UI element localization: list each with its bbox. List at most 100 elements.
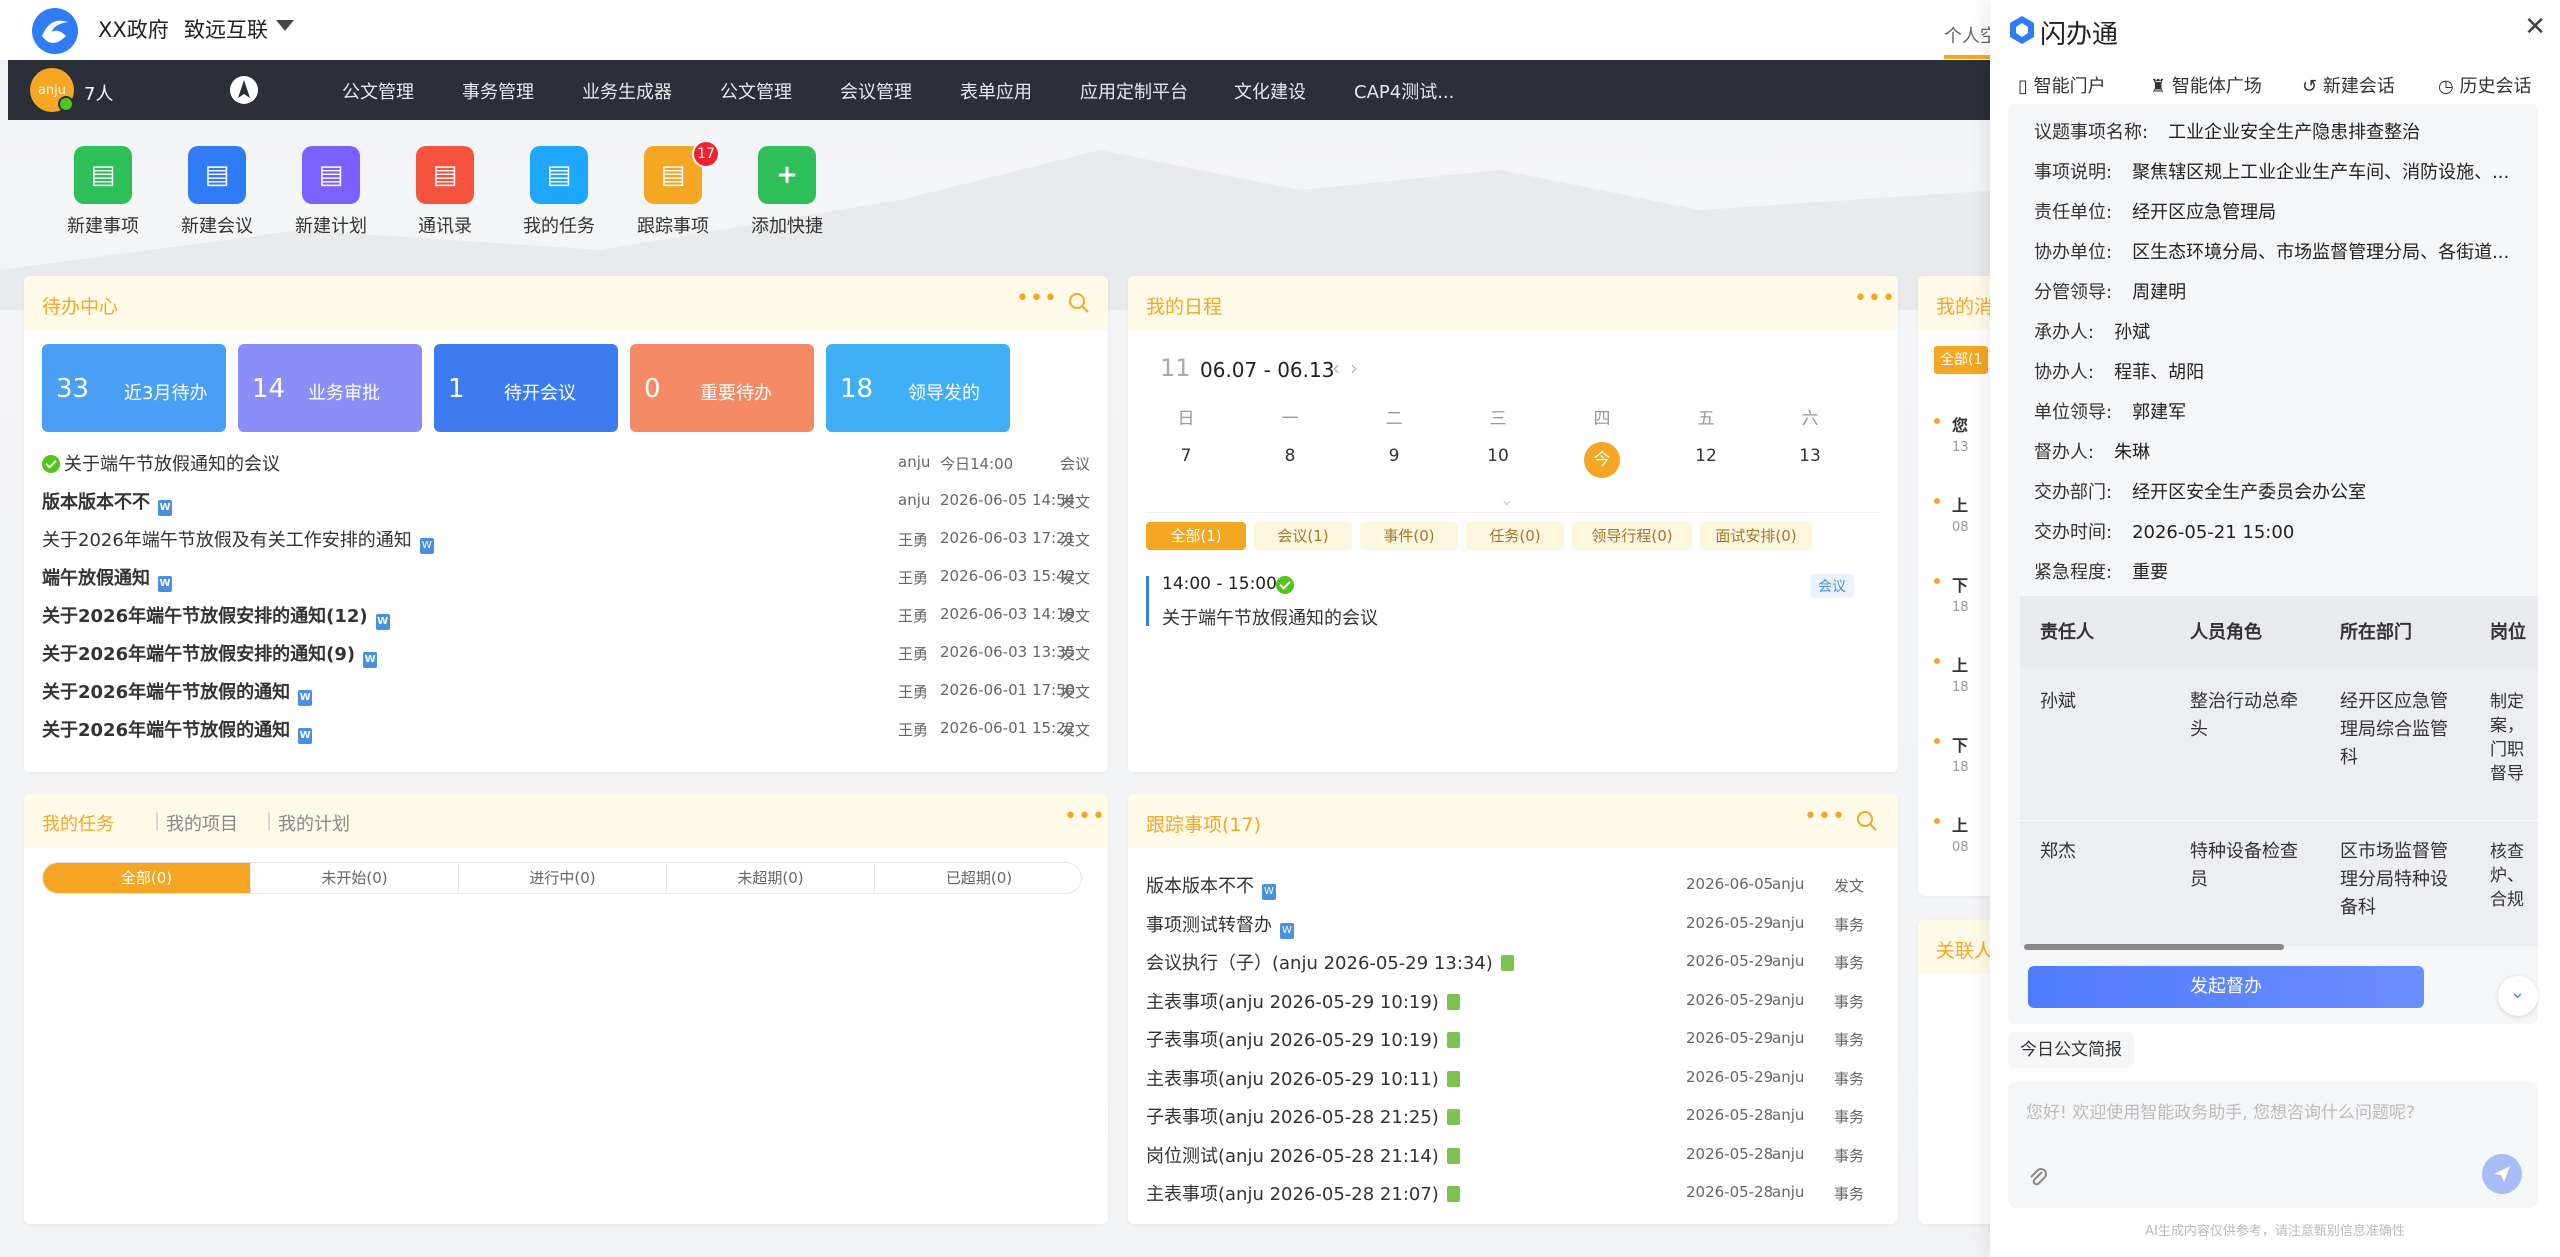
responsibility-table: 责任人 人员角色 所在部门 岗位 孙斌 整治行动总牵头经开区应急管 理局综合监管科制… [2020,596,2538,946]
nav-item[interactable]: 事务管理 [462,78,534,104]
date-cell[interactable]: 10 [1478,446,1518,466]
stat-card[interactable]: 1 待开会议 [434,344,618,432]
track-row[interactable]: 岗位测试(anju 2026-05-28 21:14) 2026-05-28 anj… [1146,1134,1880,1170]
field-value: 区生态环境分局、市场监督管理分局、各街道... [2132,242,2510,263]
filter-overdue[interactable]: 已超期(0) [875,863,1081,893]
org-switcher[interactable]: 致远互联 [184,14,268,44]
tab-new-chat[interactable]: ↺ 新建会话 [2302,72,2395,98]
stat-number: 14 [252,374,286,404]
todo-row[interactable]: 端午放假通知 W 王勇 2026-06-03 15:42 发文 [42,556,1090,592]
filter-chip[interactable]: 面试安排(0) [1700,522,1812,550]
more-icon[interactable]: ••• [1016,286,1058,311]
date-cell[interactable]: 12 [1686,446,1726,466]
track-row[interactable]: 子表事项(anju 2026-05-29 10:19) 2026-05-29 anj… [1146,1018,1880,1054]
today-date[interactable]: 今 [1584,442,1620,478]
date-cell[interactable]: 13 [1790,446,1830,466]
filter-chip[interactable]: 会议(1) [1254,522,1352,550]
expand-icon[interactable]: ⌄ [1500,490,1513,509]
date-cell[interactable]: 7 [1166,446,1206,466]
quick-action-3[interactable]: ▤ 新建计划 [276,146,386,238]
message-title[interactable]: 下 [1952,572,1968,596]
message-title[interactable]: 下 [1952,732,1968,756]
nav-item[interactable]: 文化建设 [1234,78,1306,104]
filter-all[interactable]: 全部(0) [43,863,251,893]
quick-action-7[interactable]: + 添加快捷 [732,146,842,238]
nav-item[interactable]: 会议管理 [840,78,912,104]
more-icon[interactable]: ••• [1064,804,1106,829]
track-row[interactable]: 子表事项(anju 2026-05-28 21:25) 2026-05-28 anj… [1146,1095,1880,1131]
compass-icon[interactable] [228,74,260,106]
cell-dept: 备科 [2340,897,2376,918]
more-icon[interactable]: ••• [1854,286,1896,311]
chat-input[interactable]: 您好! 欢迎使用智能政务助手, 您想咨询什么问题呢? [2008,1082,2538,1208]
filter-chip[interactable]: 全部(1) [1146,522,1246,550]
chevron-right-icon[interactable]: › [1350,356,1358,380]
todo-row[interactable]: 关于2026年端午节放假的通知 W 王勇 2026-06-01 15:22 发文 [42,708,1090,744]
message-title[interactable]: 您 [1952,412,1968,436]
nav-item[interactable]: 表单应用 [960,78,1032,104]
todo-row[interactable]: 关于端午节放假通知的会议 anju 今日14:00 会议 [42,442,1090,478]
filter-not-overdue[interactable]: 未超期(0) [667,863,875,893]
scroll-down-button[interactable]: ⌄ [2498,976,2538,1016]
todo-row[interactable]: 关于2026年端午节放假及有关工作安排的通知 W 王勇 2026-06-03 17:2… [42,518,1090,554]
event-title[interactable]: 关于端午节放假通知的会议 [1162,604,1378,630]
nav-item[interactable]: CAP4测试... [1354,78,1454,104]
tab-history[interactable]: ◷ 历史会话 [2438,72,2531,98]
todo-row[interactable]: 关于2026年端午节放假安排的通知(12) W 王勇 2026-06-03 14:19… [42,594,1090,630]
daily-brief-chip[interactable]: 今日公文简报 [2008,1032,2134,1068]
filter-chip[interactable]: 事件(0) [1360,522,1458,550]
message-title[interactable]: 上 [1952,812,1968,836]
chevron-down-icon[interactable] [276,20,294,31]
todo-row[interactable]: 关于2026年端午节放假安排的通知(9) W 王勇 2026-06-03 13:35 发… [42,632,1090,668]
more-icon[interactable]: ••• [1804,804,1846,829]
search-icon[interactable] [1068,292,1090,314]
todo-row[interactable]: 关于2026年端午节放假的通知 W 王勇 2026-06-01 17:50 发文 [42,670,1090,706]
tab-my-projects[interactable]: 我的项目 [166,810,238,836]
start-supervision-button[interactable]: 发起督办 [2028,966,2424,1008]
stat-card[interactable]: 33 近3月待办 [42,344,226,432]
date-cell[interactable]: 9 [1374,446,1414,466]
tab-smart-portal[interactable]: ▯ 智能门户 [2018,72,2106,98]
track-row[interactable]: 会议执行（子）(anju 2026-05-29 13:34) 2026-05-29… [1146,941,1880,977]
col-header: 责任人 [2040,622,2094,643]
todo-row[interactable]: 版本版本不不 Wanju 2026-06-05 14:54 发文 [42,480,1090,516]
assistant-logo-icon [2010,16,2034,44]
date-cell[interactable]: 8 [1270,446,1310,466]
message-title[interactable]: 上 [1952,492,1968,516]
filter-in-progress[interactable]: 进行中(0) [459,863,667,893]
quick-action-6[interactable]: ▤ 17 跟踪事项 [618,140,728,238]
quick-action-2[interactable]: ▤ 新建会议 [162,146,272,238]
tab-agent-square[interactable]: ♜ 智能体广场 [2150,72,2262,98]
track-row[interactable]: 事项测试转督办 W 2026-05-29 anju 事务 [1146,903,1880,939]
filter-chip[interactable]: 领导行程(0) [1572,522,1692,550]
quick-action-5[interactable]: ▤ 我的任务 [504,146,614,238]
filter-chip[interactable]: 任务(0) [1466,522,1564,550]
send-button[interactable] [2482,1154,2522,1194]
quick-action-4[interactable]: ▤ 通讯录 [390,146,500,238]
stat-card[interactable]: 18 领导发的 [826,344,1010,432]
nav-item[interactable]: 公文管理 [720,78,792,104]
attachment-icon[interactable] [2026,1166,2050,1190]
stat-card[interactable]: 0 重要待办 [630,344,814,432]
message-title[interactable]: 上 [1952,652,1968,676]
quick-action-1[interactable]: ▤ 新建事项 [48,146,158,238]
nav-item[interactable]: 应用定制平台 [1080,78,1188,104]
filter-not-started[interactable]: 未开始(0) [251,863,459,893]
search-icon[interactable] [1856,810,1878,832]
track-row[interactable]: 主表事项(anju 2026-05-29 10:19) 2026-05-29 anj… [1146,980,1880,1016]
track-row[interactable]: 主表事项(anju 2026-05-28 21:07) 2026-05-28 anj… [1146,1172,1880,1208]
horizontal-scrollbar[interactable] [2024,944,2284,950]
tab-all[interactable]: 全部(1 [1934,346,1989,374]
field-row: 事项说明: 聚焦辖区规上工业企业生产车间、消防设施、... [2034,158,2509,184]
tab-my-tasks[interactable]: 我的任务 [42,810,114,836]
chevron-left-icon[interactable]: ‹ [1332,356,1340,380]
nav-item[interactable]: 业务生成器 [582,78,672,104]
online-count[interactable]: 7人 [84,80,113,106]
track-row[interactable]: 主表事项(anju 2026-05-29 10:11) 2026-05-29 anj… [1146,1057,1880,1093]
stat-card[interactable]: 14 业务审批 [238,344,422,432]
close-icon[interactable]: ✕ [2524,12,2546,42]
tab-my-plans[interactable]: 我的计划 [278,810,350,836]
message-date: 08 [1952,520,1969,535]
track-row[interactable]: 版本版本不不 W 2026-06-05 anju 发文 [1146,864,1880,900]
nav-item[interactable]: 公文管理 [342,78,414,104]
